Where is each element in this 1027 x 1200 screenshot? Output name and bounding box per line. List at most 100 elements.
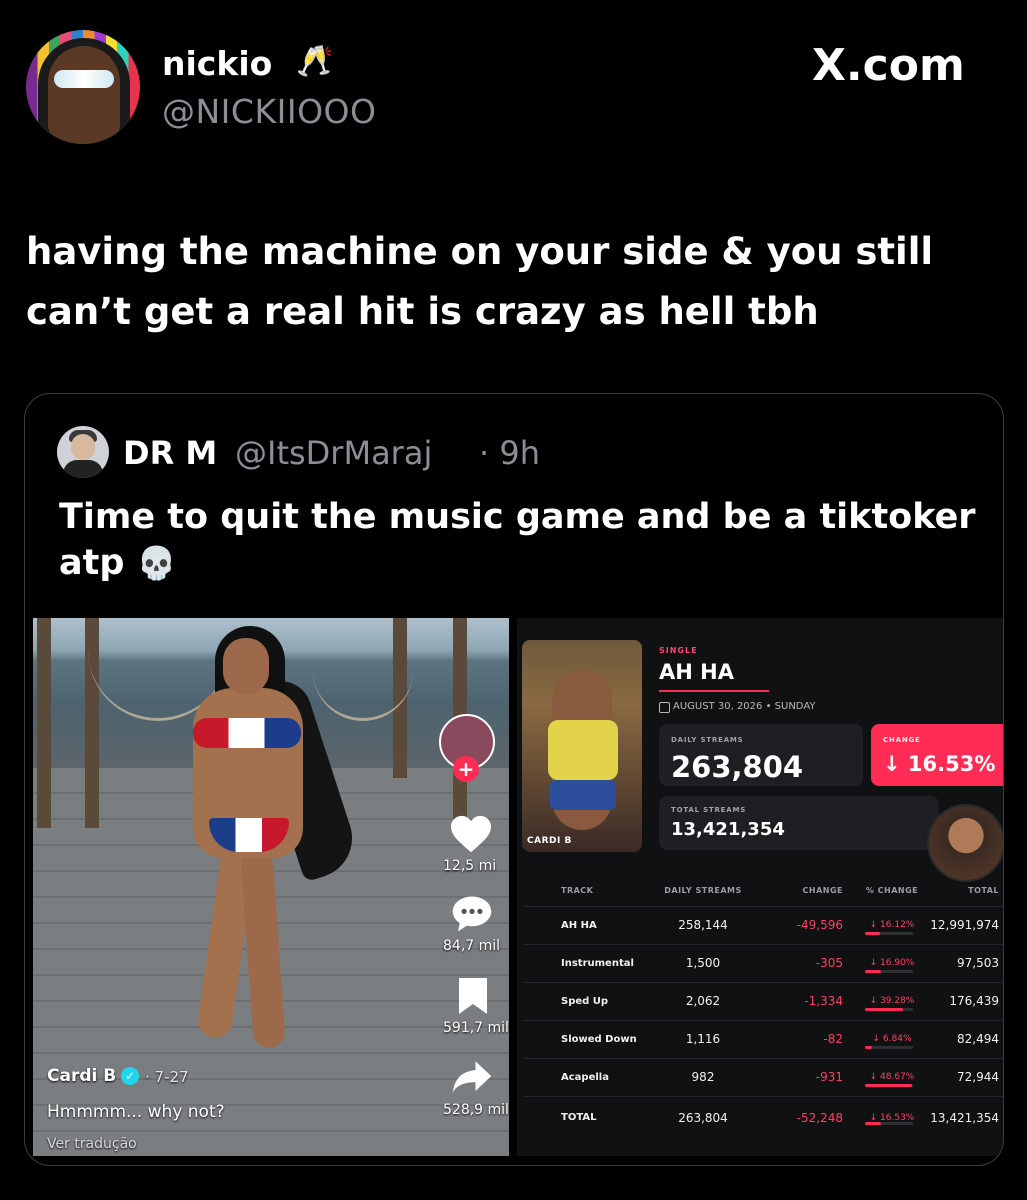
track-name: Slowed Down	[561, 1034, 637, 1045]
total-cell: 72,944	[957, 1070, 999, 1084]
pct-change-bar	[865, 1008, 913, 1011]
video-caption: Hmmmm... why not?	[47, 1102, 225, 1122]
quoted-timestamp: · 9h	[479, 434, 540, 472]
track-name: Instrumental	[561, 958, 634, 969]
song-title: AH HA	[659, 660, 734, 684]
see-translation-link[interactable]: Ver tradução	[47, 1136, 137, 1152]
table-row: Sped Up 2,062 -1,334 ↓ 39.28% 176,439	[523, 983, 1003, 1021]
track-name: AH HA	[561, 920, 597, 931]
quoted-author-handle[interactable]: @ItsDrMaraj	[235, 434, 432, 472]
track-name: Acapella	[561, 1072, 609, 1083]
quoted-author-avatar[interactable]	[57, 426, 109, 478]
total-cell: 82,494	[957, 1032, 999, 1046]
cover-artist-label: CARDI B	[527, 836, 572, 846]
like-count: 12,5 mi	[443, 858, 497, 874]
table-total-row: TOTAL 263,804 -52,248 ↓ 16.53% 13,421,354	[523, 1097, 1003, 1139]
author-name[interactable]: nickio	[162, 44, 272, 83]
table-body: AH HA 258,144 -49,596 ↓ 16.12% 12,991,974 Ins…	[523, 907, 1003, 1139]
column-header-track: TRACK	[561, 886, 594, 895]
quoted-author-name[interactable]: DR M	[123, 434, 217, 472]
pct-change-bar-fill	[865, 1122, 881, 1125]
save-count: 591,7 mil	[443, 1020, 509, 1036]
daily-streams-value: 263,804	[671, 750, 804, 784]
single-cover-art	[522, 640, 642, 852]
follow-button[interactable]: +	[453, 756, 479, 782]
daily-streams-cell: 2,062	[685, 994, 721, 1008]
pct-change-cell: ↓ 39.28%	[869, 996, 915, 1006]
hammock-pole	[37, 618, 51, 828]
change-value: ↓ 16.53%	[883, 752, 996, 776]
table-row: AH HA 258,144 -49,596 ↓ 16.12% 12,991,974	[523, 907, 1003, 945]
column-header-total: TOTAL	[968, 886, 999, 895]
change-card: CHANGE ↓ 16.53%	[871, 724, 1003, 786]
table-row: Instrumental 1,500 -305 ↓ 16.90% 97,503	[523, 945, 1003, 983]
change-label: CHANGE	[883, 736, 921, 744]
pct-change-cell: ↓ 16.90%	[869, 958, 915, 968]
creator-name[interactable]: Cardi B	[47, 1066, 116, 1086]
pct-change-bar-fill	[865, 932, 881, 935]
column-header-pct-change: % CHANGE	[865, 886, 919, 895]
pct-change-bar	[865, 1084, 913, 1087]
total-streams-label: TOTAL STREAMS	[671, 806, 747, 814]
total-streams-card: TOTAL STREAMS 13,421,354	[659, 796, 939, 850]
stats-date: AUGUST 30, 2026 • SUNDAY	[673, 701, 816, 712]
author-avatar[interactable]	[26, 30, 140, 144]
pct-change-cell: ↓ 16.53%	[869, 1113, 915, 1123]
heart-icon[interactable]	[449, 814, 493, 854]
track-name: Sped Up	[561, 996, 609, 1007]
change-cell: -1,334	[804, 994, 843, 1008]
comment-count: 84,7 mil	[443, 938, 501, 954]
author-handle[interactable]: @NICKIIOOO	[162, 92, 377, 131]
pct-change-cell: ↓ 48.67%	[869, 1072, 915, 1082]
site-logo: X.com	[812, 40, 965, 91]
total-cell: 12,991,974	[930, 918, 999, 932]
pct-change-bar	[865, 1122, 913, 1125]
table-row: Slowed Down 1,116 -82 ↓ 6.84% 82,494	[523, 1021, 1003, 1059]
skull-icon: 💀	[136, 544, 177, 582]
change-cell: -82	[823, 1032, 843, 1046]
comment-icon[interactable]	[451, 894, 493, 934]
person-head	[223, 638, 269, 694]
quoted-tweet-text: Time to quit the music game and be a tik…	[59, 494, 979, 586]
total-cell: 97,503	[957, 956, 999, 970]
artist-thumbnail	[927, 804, 1003, 882]
share-icon[interactable]	[451, 1058, 493, 1096]
verified-badge-icon: ✓	[121, 1067, 139, 1085]
daily-streams-cell: 1,116	[685, 1032, 721, 1046]
daily-streams-cell: 1,500	[685, 956, 721, 970]
pct-change-bar-fill	[865, 1008, 903, 1011]
pct-change-bar	[865, 1046, 913, 1049]
daily-streams-cell: 258,144	[678, 918, 728, 932]
bookmark-icon[interactable]	[457, 976, 489, 1016]
title-underline	[659, 690, 769, 692]
change-cell: -305	[815, 956, 843, 970]
pct-change-cell: ↓ 6.84%	[872, 1034, 912, 1044]
change-cell: -931	[815, 1070, 843, 1084]
track-name: TOTAL	[561, 1112, 597, 1123]
total-streams-value: 13,421,354	[671, 819, 785, 840]
column-header-change: CHANGE	[802, 886, 843, 895]
pct-change-cell: ↓ 16.12%	[869, 920, 915, 930]
share-count: 528,9 mil	[443, 1102, 509, 1118]
pct-change-bar-fill	[865, 1046, 872, 1049]
daily-streams-cell: 982	[691, 1070, 715, 1084]
change-cell: -49,596	[796, 918, 843, 932]
person-top	[193, 718, 301, 748]
tiktok-video[interactable]: + 12,5 mi 84,7 mil 591,7 mil 528,9 mil C…	[33, 618, 509, 1156]
streaming-stats-panel: CARDI B SINGLE AH HA AUGUST 30, 2026 • S…	[517, 618, 1003, 1156]
column-header-daily: DAILY STREAMS	[664, 886, 742, 895]
pct-change-bar	[865, 970, 913, 973]
daily-streams-cell: 263,804	[678, 1111, 728, 1125]
table-header-row: TRACK DAILY STREAMS CHANGE % CHANGE TOTA…	[523, 876, 1003, 907]
pct-change-bar-fill	[865, 970, 882, 973]
champagne-icon: 🥂	[296, 44, 334, 79]
post-date: · 7-27	[145, 1068, 189, 1086]
pct-change-bar-fill	[865, 1084, 912, 1087]
tweet-text: having the machine on your side & you st…	[26, 230, 934, 333]
quoted-tweet-card[interactable]: DR M @ItsDrMaraj · 9h Time to quit the m…	[24, 393, 1004, 1166]
calendar-icon	[659, 702, 670, 713]
release-type: SINGLE	[659, 646, 698, 655]
pct-change-bar	[865, 932, 913, 935]
total-cell: 176,439	[949, 994, 999, 1008]
change-cell: -52,248	[796, 1111, 843, 1125]
